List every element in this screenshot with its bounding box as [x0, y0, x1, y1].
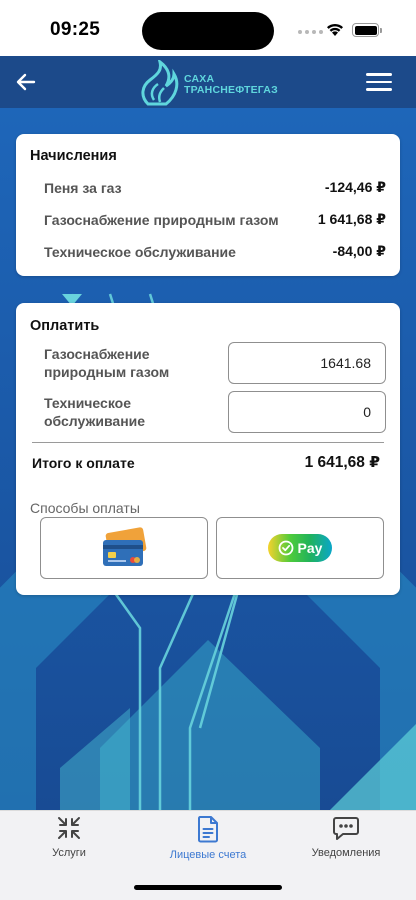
tab-label: Лицевые счета: [169, 849, 247, 861]
maintenance-amount-input[interactable]: [228, 391, 386, 433]
payment-item-label: Газоснабжение природным газом: [44, 346, 170, 380]
pay-label: Pay: [297, 540, 323, 556]
battery-icon: [352, 23, 382, 37]
back-button[interactable]: [10, 66, 42, 98]
tab-accounts[interactable]: Лицевые счета: [143, 815, 273, 861]
payment-item-row: Техническое обслуживание: [44, 391, 386, 433]
dynamic-island: [142, 12, 274, 50]
logo-line2: ТРАНСНЕФТЕГАЗ: [184, 84, 278, 96]
payment-methods-label: Способы оплаты: [30, 500, 140, 516]
logo-text: САХА ТРАНСНЕФТЕГАЗ: [184, 74, 278, 96]
pay-by-sbp-button[interactable]: Pay: [216, 517, 384, 579]
payment-item-row: Газоснабжение природным газом: [44, 342, 386, 384]
arrow-left-icon: [16, 73, 36, 91]
payment-item-label: Техническое обслуживание: [44, 395, 146, 429]
tab-notifications[interactable]: Уведомления: [281, 815, 411, 859]
accruals-title: Начисления: [30, 148, 117, 164]
bank-cards-icon: [103, 527, 147, 566]
check-circle-icon: [278, 540, 293, 556]
app-header: САХА ТРАНСНЕФТЕГАЗ: [0, 56, 416, 108]
gas-supply-amount-input[interactable]: [228, 342, 386, 384]
total-label: Итого к оплате: [32, 454, 135, 471]
document-icon: [198, 816, 218, 843]
accrual-label: Техническое обслуживание: [44, 243, 236, 260]
chat-bubble-icon: [333, 817, 359, 840]
tab-label: Услуги: [52, 847, 86, 859]
hamburger-menu-icon: [366, 73, 392, 76]
total-row: Итого к оплате 1 641,68 ₽: [32, 453, 380, 472]
payment-title: Оплатить: [30, 318, 100, 334]
accruals-card: Начисления Пеня за газ -124,46 ₽ Газосна…: [16, 134, 400, 276]
flame-logo-icon: [141, 60, 179, 106]
tab-label: Уведомления: [311, 847, 381, 859]
accrual-row: Техническое обслуживание -84,00 ₽: [44, 243, 386, 260]
pay-badge: Pay: [268, 534, 332, 562]
accrual-value: 1 641,68 ₽: [317, 211, 386, 227]
wifi-icon: [327, 23, 343, 36]
accrual-row: Газоснабжение природным газом 1 641,68 ₽: [44, 211, 386, 228]
status-time: 09:25: [50, 19, 101, 40]
accrual-label: Пеня за газ: [44, 179, 122, 196]
cellular-signal-icon: [298, 30, 323, 34]
pay-by-card-button[interactable]: [40, 517, 208, 579]
accrual-label: Газоснабжение природным газом: [44, 211, 279, 228]
collapse-arrows-icon: [58, 817, 80, 839]
accrual-value: -84,00 ₽: [332, 243, 386, 259]
accrual-row: Пеня за газ -124,46 ₽: [44, 179, 386, 196]
company-logo: САХА ТРАНСНЕФТЕГАЗ: [138, 60, 288, 106]
payment-card: Оплатить Газоснабжение природным газом Т…: [16, 303, 400, 595]
menu-button[interactable]: [366, 68, 402, 96]
tab-services[interactable]: Услуги: [4, 815, 134, 859]
home-indicator: [134, 885, 282, 890]
total-value: 1 641,68 ₽: [304, 454, 380, 471]
divider: [32, 442, 384, 443]
accrual-value: -124,46 ₽: [324, 179, 386, 195]
status-bar: 09:25: [0, 0, 416, 56]
